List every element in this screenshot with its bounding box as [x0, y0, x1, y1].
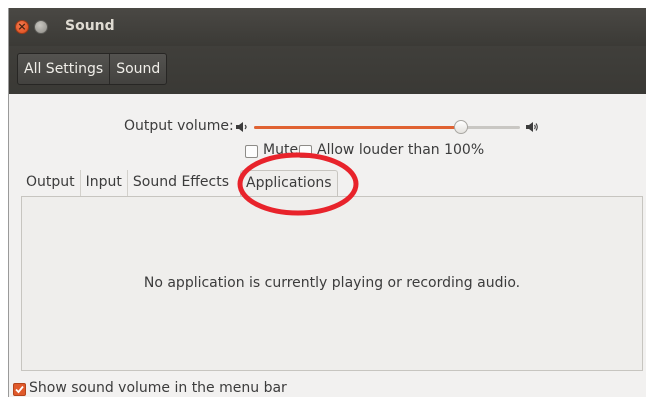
- no-application-message: No application is currently playing or r…: [143, 275, 521, 291]
- title-bar[interactable]: × Sound: [9, 8, 646, 46]
- applications-panel: No application is currently playing or r…: [21, 196, 643, 371]
- output-volume-row: Output volume:: [9, 116, 646, 138]
- show-in-menu-bar-checkbox[interactable]: [13, 383, 26, 396]
- output-volume-label: Output volume:: [124, 118, 234, 134]
- highlight-annotation-ellipse: [237, 152, 359, 216]
- volume-slider-handle[interactable]: [454, 120, 469, 134]
- show-in-menu-bar-label: Show sound volume in the menu bar: [29, 380, 287, 396]
- sound-settings-window: × Sound All Settings Sound Output volume…: [8, 8, 646, 397]
- toolbar: All Settings Sound: [9, 46, 646, 94]
- sound-breadcrumb-button[interactable]: Sound: [109, 54, 166, 84]
- tab-sound-effects[interactable]: Sound Effects: [126, 170, 234, 196]
- tab-output[interactable]: Output: [21, 170, 80, 196]
- volume-level-fill: [254, 126, 462, 129]
- output-volume-slider[interactable]: [254, 120, 520, 134]
- minimize-button[interactable]: [34, 20, 48, 34]
- speaker-low-icon: [236, 122, 247, 132]
- window-title: Sound: [65, 18, 115, 34]
- speaker-high-icon: [526, 122, 538, 132]
- tab-input[interactable]: Input: [79, 170, 127, 196]
- all-settings-button[interactable]: All Settings: [18, 54, 109, 84]
- checkmark-icon: [15, 385, 24, 394]
- breadcrumb: All Settings Sound: [17, 53, 168, 85]
- close-button[interactable]: ×: [15, 20, 29, 34]
- close-icon: ×: [17, 20, 27, 33]
- show-in-menu-bar-row: Show sound volume in the menu bar: [9, 380, 646, 400]
